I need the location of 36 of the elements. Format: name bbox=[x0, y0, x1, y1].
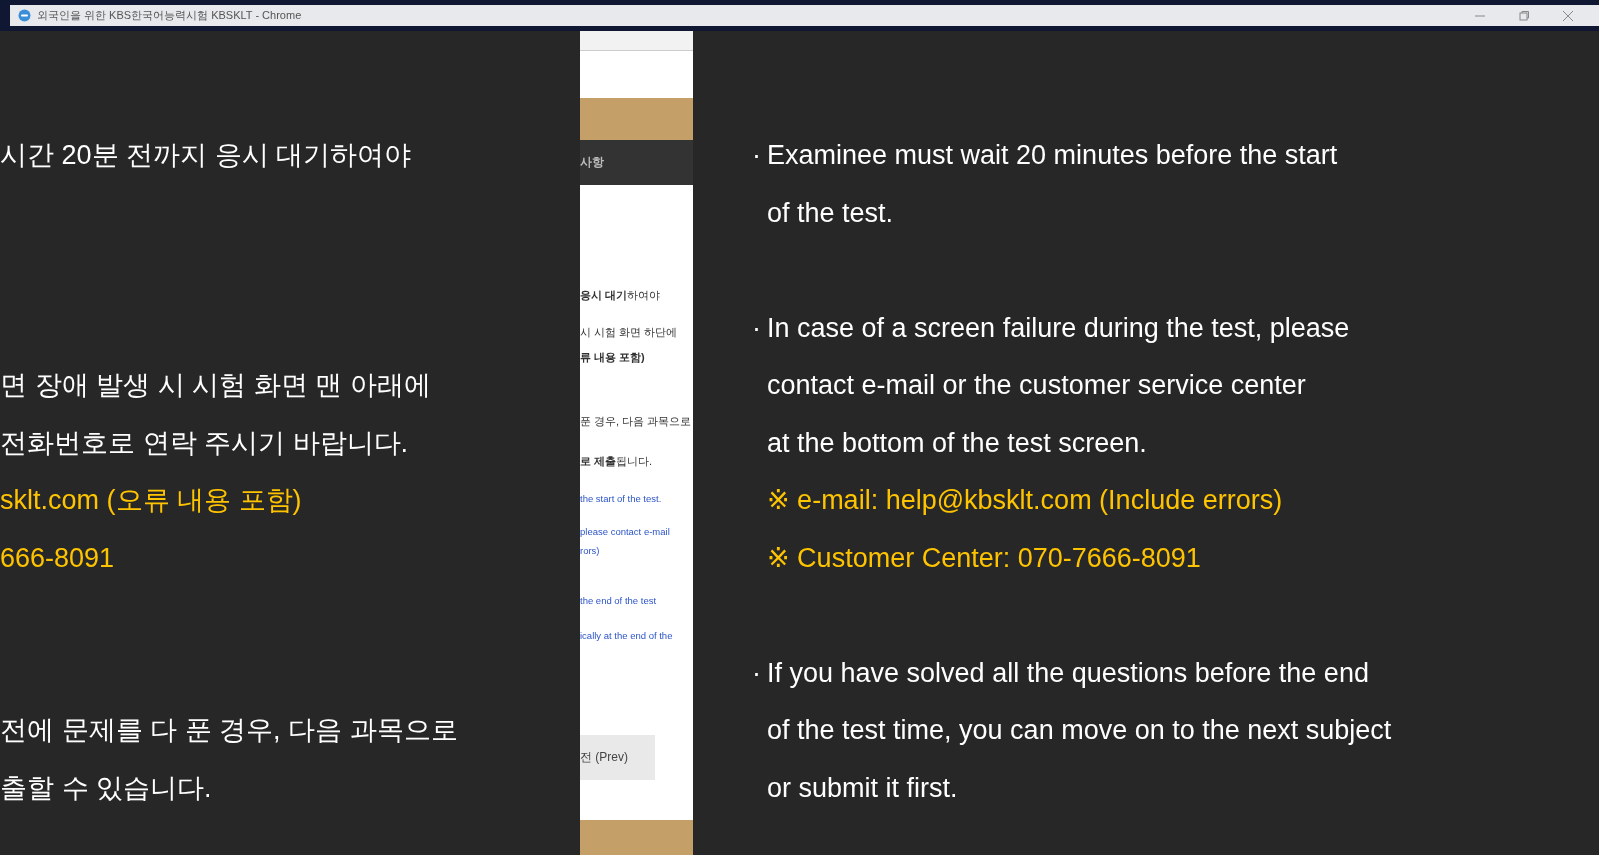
subtitle-line: If you have solved all the questions before the end bbox=[767, 656, 1369, 690]
notice-text: ically at the end of the bbox=[580, 629, 674, 643]
notice-text: 시 시험 화면 하단에 bbox=[580, 325, 679, 340]
subtitle-line: ※ e-mail: help@kbsklt.com (Include errors) bbox=[767, 484, 1283, 517]
subtitle-line: sklt.com (오류 내용 포함) bbox=[0, 484, 302, 517]
window-title: 외국인을 위한 KBS한국어능력시험 KBSKLT - Chrome bbox=[37, 8, 303, 23]
subtitle-line: 면 장애 발생 시 시험 화면 맨 아래에 bbox=[0, 369, 431, 402]
notice-text: 응시 대기하여야 bbox=[580, 288, 662, 303]
subtitle-line: 출할 수 있습니다. bbox=[0, 771, 212, 805]
notice-text: the start of the test. bbox=[580, 492, 663, 506]
subtitle-line: ※ Customer Center: 070-7666-8091 bbox=[767, 541, 1201, 575]
notice-text: 푼 경우, 다음 과목으로 bbox=[580, 414, 693, 429]
subtitle-line: or submit it first. bbox=[767, 771, 958, 805]
prev-button[interactable]: 전 (Prev) bbox=[580, 735, 655, 780]
bullet-mark: · bbox=[752, 139, 762, 172]
subtitle-line: at the bottom of the test screen. bbox=[767, 426, 1147, 460]
subtitle-line: 전화번호로 연락 주시기 바랍니다. bbox=[0, 426, 408, 460]
bullet-mark: · bbox=[752, 311, 762, 345]
subtitle-line: 시간 20분 전까지 응시 대기하여야 bbox=[0, 139, 412, 172]
subtitle-line: Examinee must wait 20 minutes before the start bbox=[767, 139, 1338, 172]
tab[interactable]: 사항 bbox=[580, 154, 604, 171]
notice-text: please contact e-mail bbox=[580, 525, 671, 539]
close-icon[interactable] bbox=[1563, 10, 1573, 21]
subtitle-line: contact e-mail or the customer service center bbox=[767, 369, 1306, 402]
bullet-mark: · bbox=[752, 656, 762, 690]
subtitle-line: 전에 문제를 다 푼 경우, 다음 과목으로 bbox=[0, 714, 458, 747]
browser-logo-icon bbox=[18, 9, 31, 22]
notice-text: the end of the test bbox=[580, 594, 658, 608]
restore-icon[interactable] bbox=[1519, 10, 1529, 21]
notice-text: 로 제출됩니다. bbox=[580, 454, 654, 469]
subtitle-line: 666-8091 bbox=[0, 541, 115, 575]
subtitle-line: of the test. bbox=[767, 196, 894, 230]
subtitle-line: of the test time, you can move on to the next subject bbox=[767, 714, 1392, 747]
notice-text: rors) bbox=[580, 544, 601, 558]
subtitle-line: In case of a screen failure during the test, please bbox=[767, 311, 1350, 345]
notice-text: 류 내용 포함) bbox=[580, 350, 646, 365]
